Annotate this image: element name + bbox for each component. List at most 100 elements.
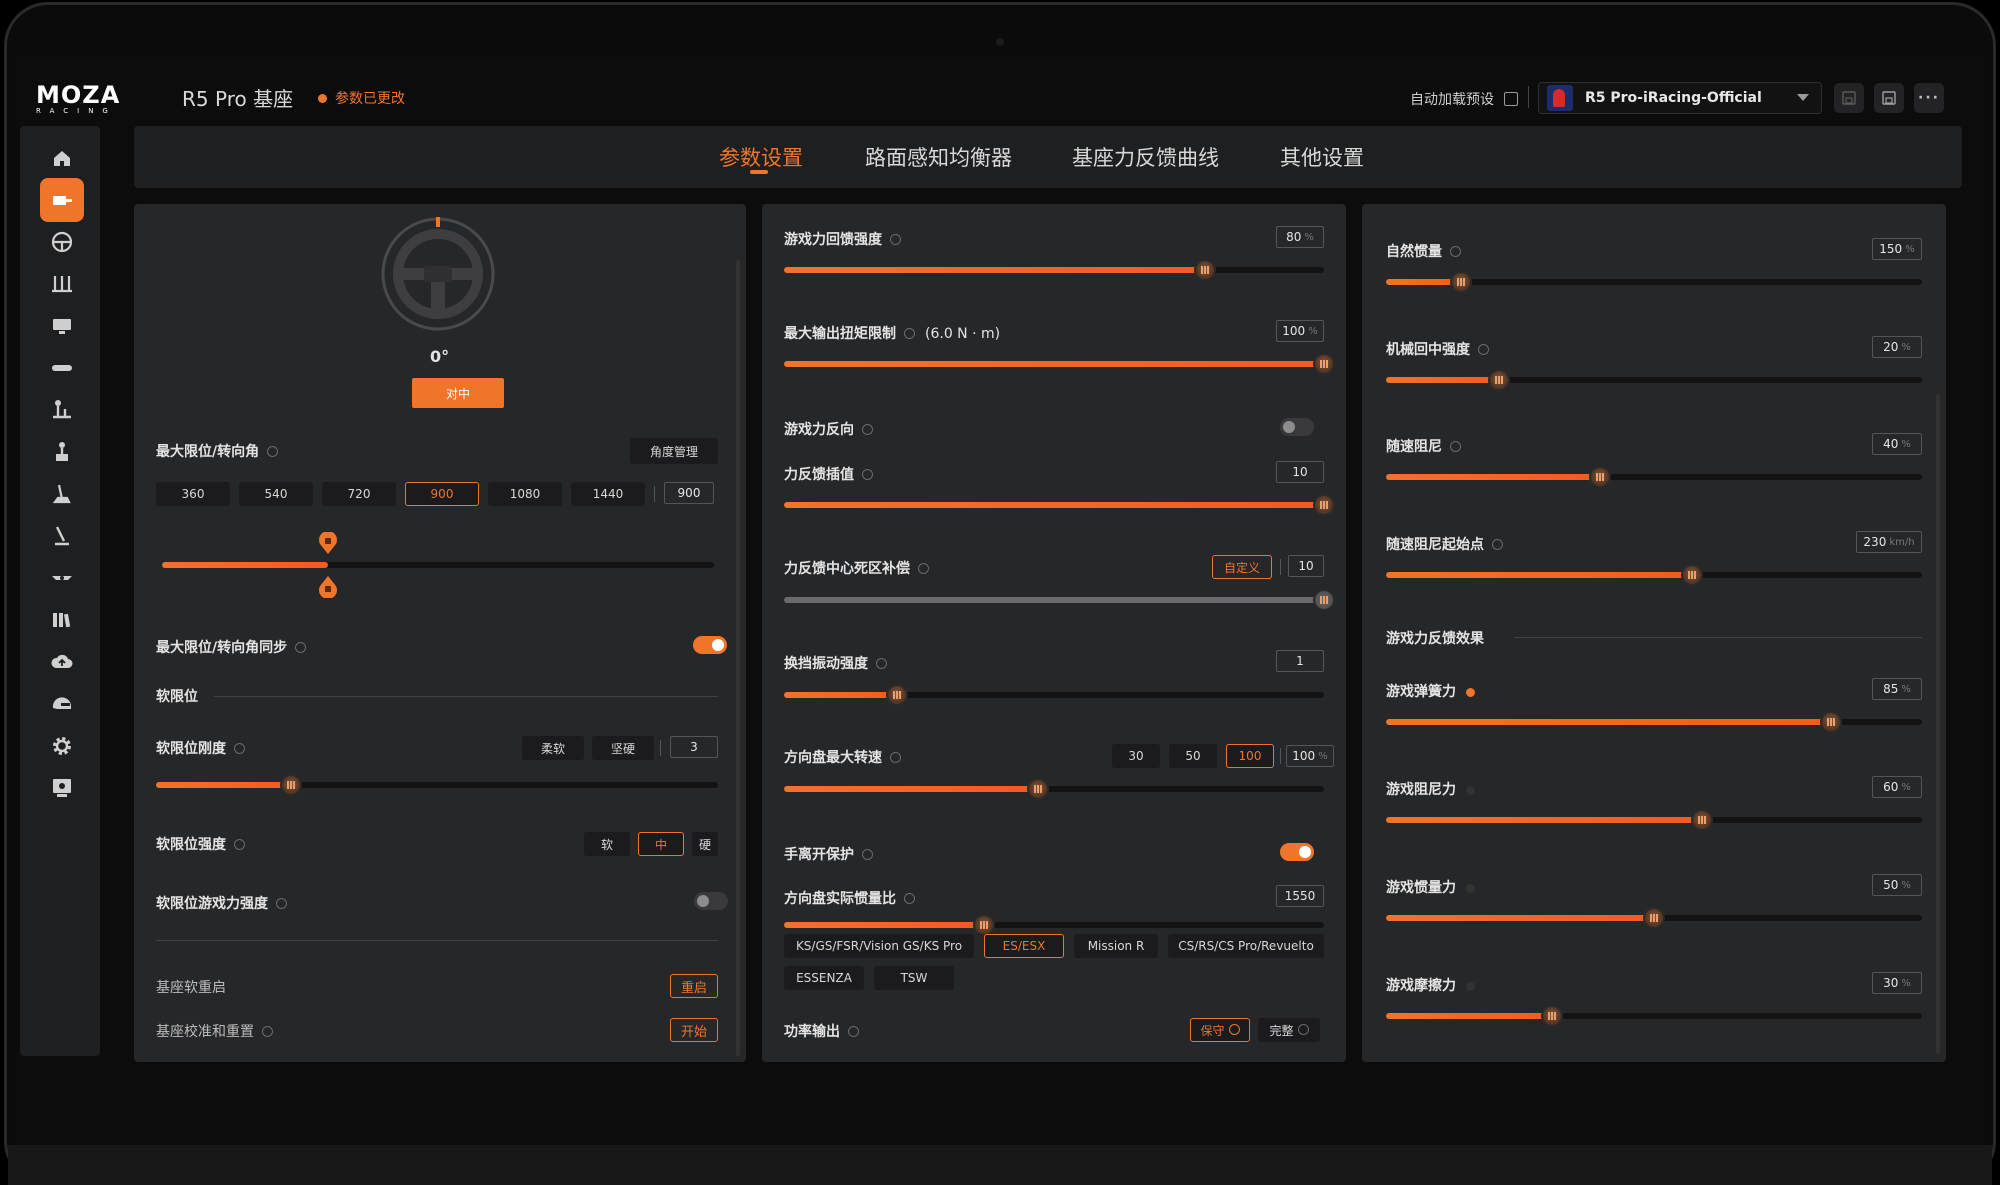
slider-knob[interactable] [1194,259,1217,281]
dashboard-icon[interactable] [40,304,84,348]
info-icon[interactable] [918,562,929,574]
shifter-icon[interactable] [40,388,84,432]
inertia-ratio-slider[interactable] [784,914,1324,936]
interp-slider[interactable] [784,494,1335,516]
more-icon[interactable]: ··· [1914,83,1944,113]
power-conservative[interactable]: 保守 [1190,1018,1250,1042]
power-full[interactable]: 完整 [1258,1018,1320,1042]
tab-other-settings[interactable]: 其他设置 [1280,142,1364,172]
helmet-icon[interactable] [40,682,84,726]
home-icon[interactable] [40,136,84,180]
info-icon[interactable] [1492,538,1503,550]
wheel-type-tsw[interactable]: TSW [874,966,954,990]
info-icon[interactable] [1228,1023,1240,1035]
angle-preset-360[interactable]: 360 [156,482,230,506]
angle-slider[interactable] [162,532,714,598]
save-as-icon[interactable] [1874,83,1904,113]
mech-center-slider[interactable] [1386,369,1922,391]
angle-preset-900[interactable]: 900 [405,482,479,506]
display-bar-icon[interactable] [40,346,84,390]
cloud-upload-icon[interactable] [40,640,84,684]
slider-knob[interactable] [972,914,995,936]
wheel-type-es[interactable]: ES/ESX [984,934,1064,958]
speed-damp-value[interactable]: 40% [1872,433,1922,455]
info-icon[interactable] [848,1025,859,1037]
library-icon[interactable] [40,598,84,642]
calibrate-button[interactable]: 开始 [670,1018,718,1042]
info-icon[interactable] [262,1025,273,1037]
interp-value[interactable]: 10 [1276,461,1324,483]
info-icon[interactable] [234,742,245,754]
angle-preset-1080[interactable]: 1080 [488,482,562,506]
slider-knob[interactable] [1313,494,1335,516]
angle-preset-1440[interactable]: 1440 [571,482,645,506]
wheel-type-essenza[interactable]: ESSENZA [784,966,864,990]
autoload-preset[interactable]: 自动加载预设 [1410,89,1518,109]
slider-knob[interactable] [1313,353,1335,375]
info-icon[interactable] [904,892,915,904]
handbrake-icon[interactable] [40,472,84,516]
angle-preset-720[interactable]: 720 [322,482,396,506]
wheel-type-cs[interactable]: CS/RS/CS Pro/Revuelto [1168,934,1324,958]
info-icon[interactable] [876,657,887,669]
natural-inertia-slider[interactable] [1386,271,1922,293]
info-icon[interactable] [276,897,287,909]
speed-damp-start-value[interactable]: 230 km/h [1856,531,1922,553]
wheel-type-ks[interactable]: KS/GS/FSR/Vision GS/KS Pro [784,934,974,958]
damper-slider[interactable] [1386,809,1922,831]
soft-game-toggle[interactable] [694,892,728,910]
damper-value[interactable]: 60% [1872,776,1922,798]
soft-stiffness-hard[interactable]: 坚硬 [592,736,654,760]
wheelbase-icon[interactable] [40,178,84,222]
save-icon[interactable] [1834,83,1864,113]
max-speed-30[interactable]: 30 [1112,744,1160,768]
ffb-strength-value[interactable]: 80% [1276,226,1324,248]
deadzone-value[interactable]: 10 [1288,555,1324,577]
shift-vib-value[interactable]: 1 [1276,650,1324,672]
info-icon[interactable] [904,327,915,339]
speed-damp-start-slider[interactable] [1386,564,1922,586]
slider-knob[interactable] [279,774,302,796]
deadzone-custom-button[interactable]: 自定义 [1212,555,1272,579]
slider-knob[interactable] [1313,589,1335,611]
reverse-toggle[interactable] [1280,418,1314,436]
support-icon[interactable] [40,766,84,810]
ffb-strength-slider[interactable] [784,259,1324,281]
slider-knob[interactable] [1487,369,1510,391]
info-icon[interactable] [862,468,873,480]
autoload-checkbox[interactable] [1504,92,1518,106]
angle-preset-540[interactable]: 540 [239,482,313,506]
soft-stiffness-value[interactable]: 3 [670,736,718,758]
slider-knob[interactable] [1450,271,1473,293]
soft-stiffness-soft[interactable]: 柔软 [522,736,584,760]
spring-slider[interactable] [1386,711,1922,733]
mech-center-value[interactable]: 20% [1872,336,1922,358]
soft-strength-medium[interactable]: 中 [638,832,684,856]
info-icon[interactable] [234,838,245,850]
tab-ffb-curve[interactable]: 基座力反馈曲线 [1072,142,1219,172]
info-icon[interactable] [890,233,901,245]
slider-knob[interactable] [1541,1005,1564,1027]
soft-stiffness-slider[interactable] [156,774,718,796]
sequential-shifter-icon[interactable] [40,430,84,474]
steering-wheel-icon[interactable] [40,220,84,264]
tab-parameters[interactable]: 参数设置 [719,142,803,172]
angle-marker-icon[interactable] [318,532,338,598]
info-icon[interactable] [862,848,873,860]
max-speed-value[interactable]: 100% [1286,745,1334,767]
slider-knob[interactable] [1589,466,1612,488]
reboot-button[interactable]: 重启 [670,974,718,998]
slider-knob[interactable] [1680,564,1703,586]
soft-strength-hard[interactable]: 硬 [692,832,718,856]
info-icon[interactable] [267,445,279,457]
wheel-type-mission-r[interactable]: Mission R [1074,934,1158,958]
info-icon[interactable] [1450,245,1461,257]
sync-toggle[interactable] [693,636,727,654]
slider-knob[interactable] [1691,809,1714,831]
speed-damp-slider[interactable] [1386,466,1922,488]
inertia-ratio-value[interactable]: 1550 [1276,885,1324,907]
info-icon[interactable] [1297,1023,1309,1035]
pedals-icon[interactable] [40,262,84,306]
deadzone-slider[interactable] [784,589,1335,611]
max-speed-slider[interactable] [784,778,1324,800]
